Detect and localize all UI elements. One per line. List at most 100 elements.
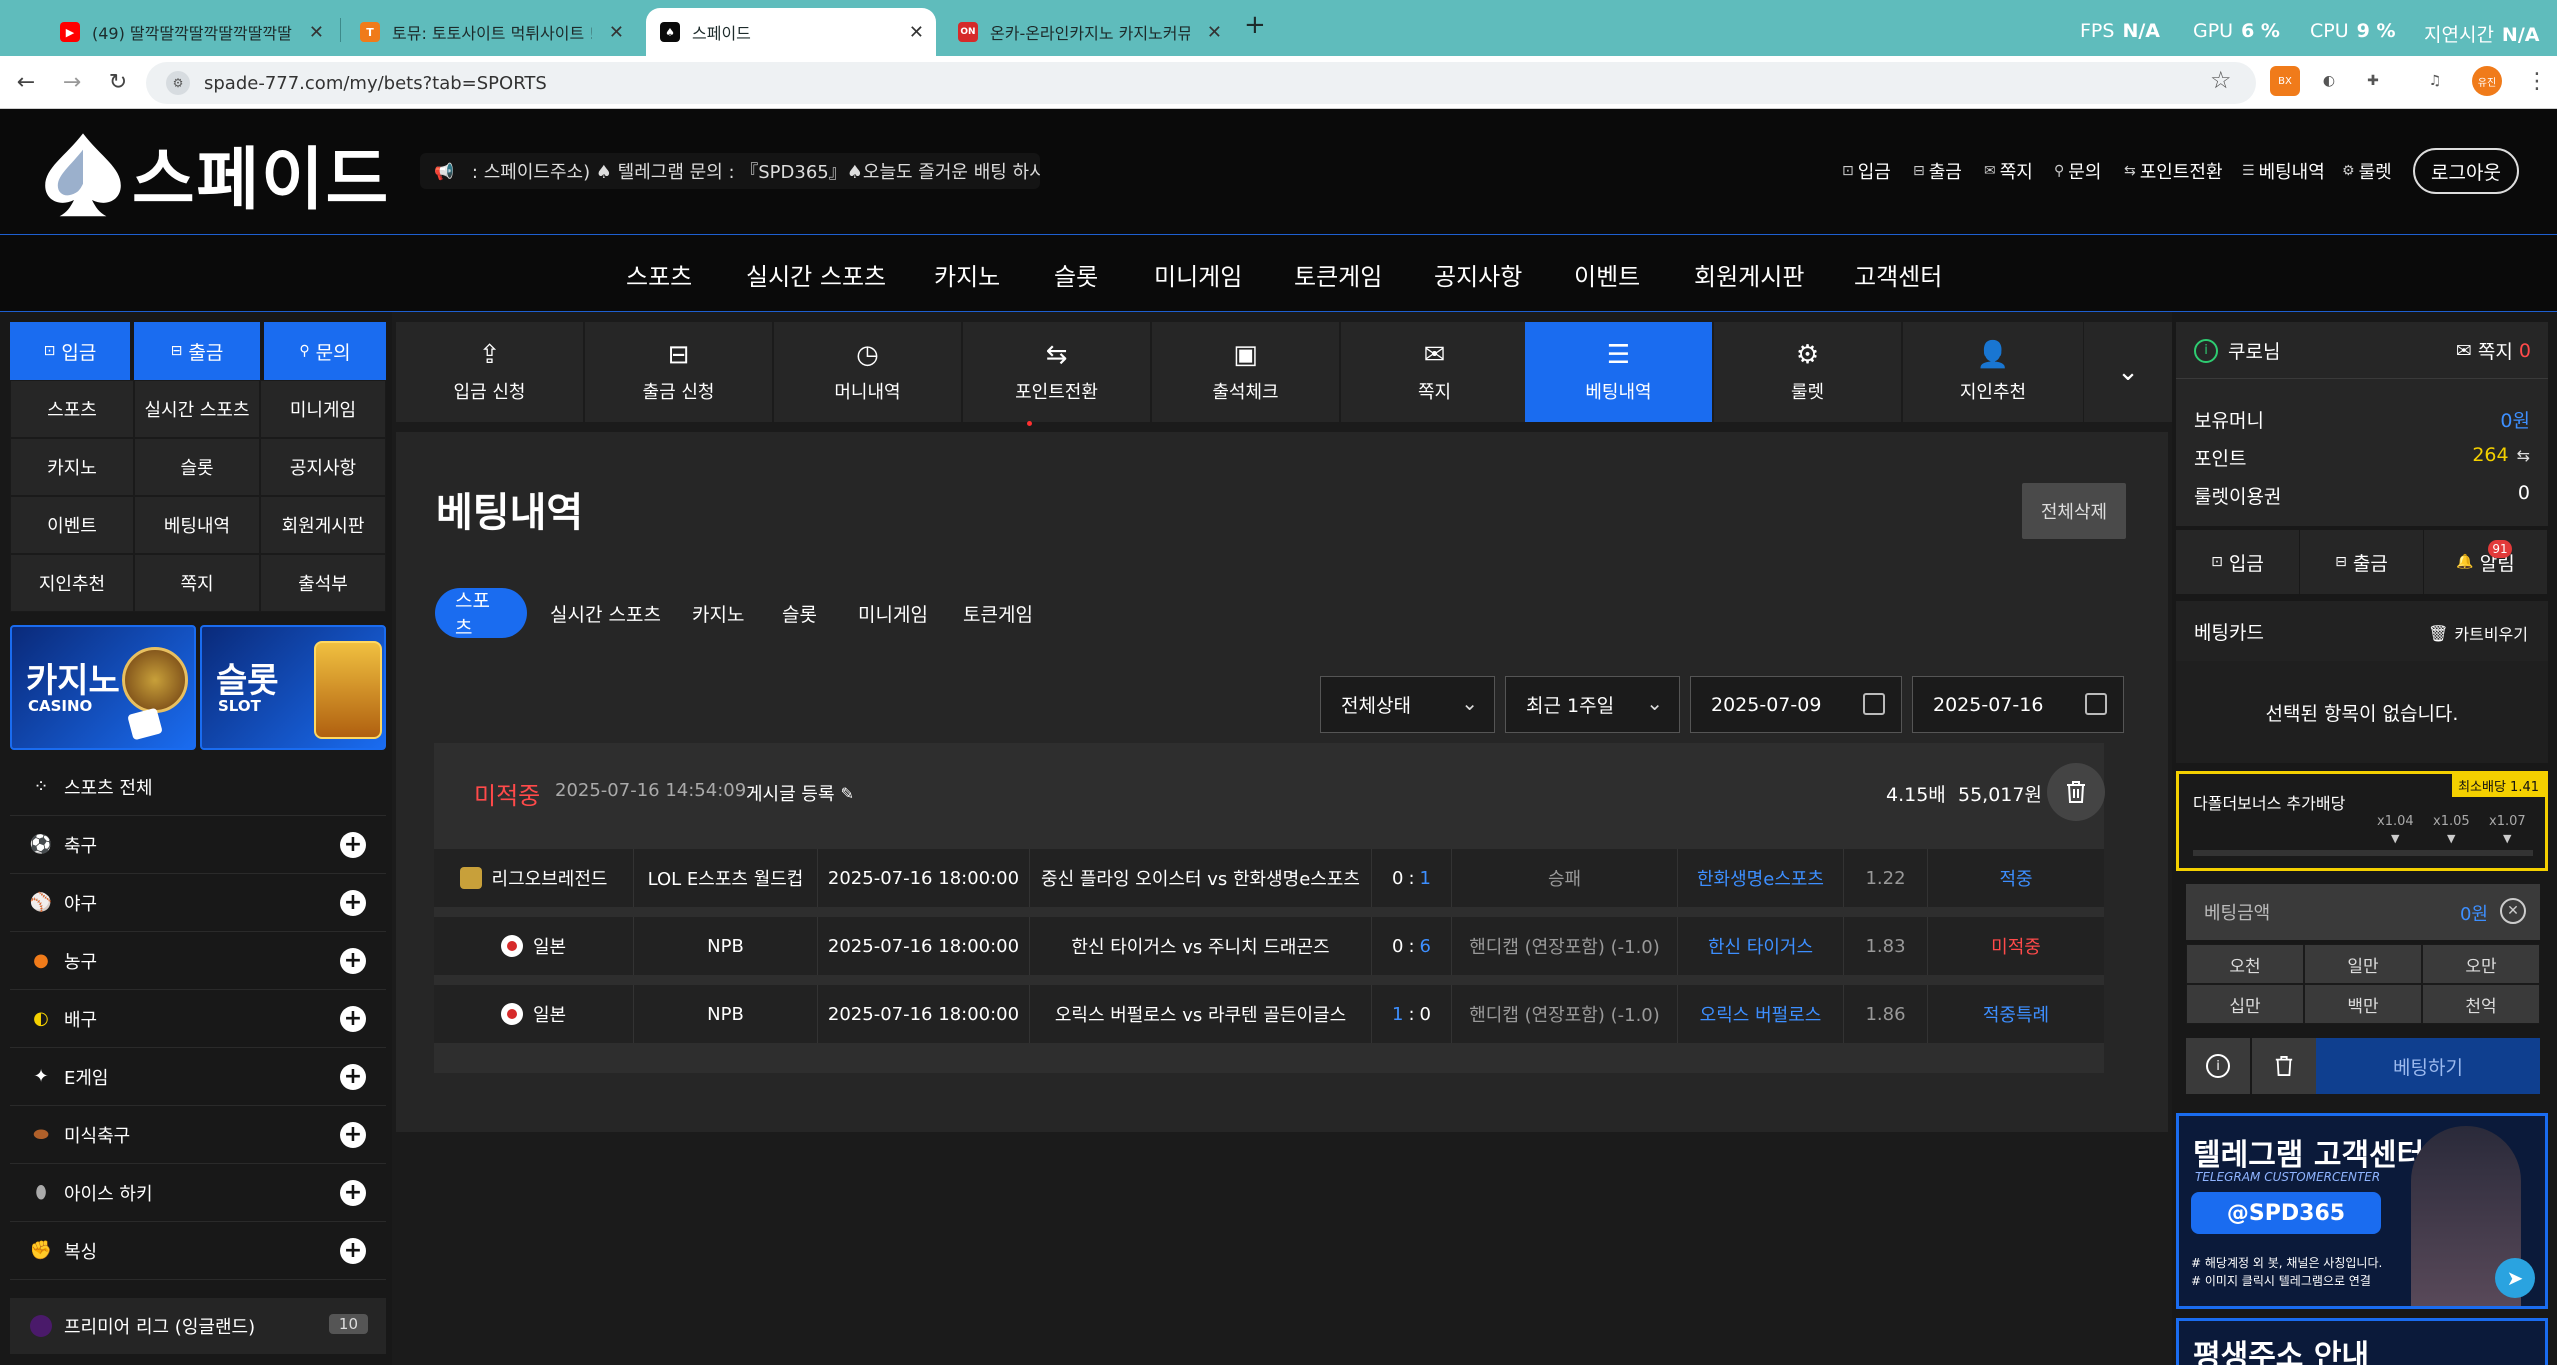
exchange-icon[interactable]: ⇆ (2517, 446, 2530, 465)
header-link-withdraw[interactable]: ⊟ 출금 (1913, 158, 1962, 184)
sport-baseball-row[interactable]: ⚾ 야구 + (10, 874, 386, 932)
close-tab-icon[interactable]: ✕ (909, 22, 924, 43)
header-link-roulette[interactable]: ⚙ 룰렛 (2342, 158, 2392, 184)
grid-attendance[interactable]: 출석부 (260, 554, 386, 612)
forward-arrow-icon[interactable]: → (54, 64, 90, 100)
nav-slot[interactable]: 슬롯 (1054, 257, 1098, 292)
menu-kebab-icon[interactable]: ⋮ (2522, 66, 2552, 96)
grid-minigame[interactable]: 미니게임 (260, 380, 386, 438)
site-info-icon[interactable]: ⚙ (166, 71, 190, 95)
tab-referral[interactable]: 👤 지인추천 (1903, 322, 2084, 422)
sport-icehockey-row[interactable]: ⬮ 아이스 하키 + (10, 1164, 386, 1222)
date-from-input[interactable]: 2025-07-09 (1690, 676, 1902, 733)
calendar-icon[interactable] (1863, 693, 1885, 715)
url-input[interactable]: ⚙ spade-777.com/my/bets?tab=SPORTS (146, 62, 2256, 104)
close-tab-icon[interactable]: ✕ (1207, 22, 1222, 43)
filter-tab-live-sports[interactable]: 실시간 스포츠 (530, 588, 681, 638)
filter-tab-token-game[interactable]: 토큰게임 (943, 588, 1053, 638)
media-icon[interactable]: ♫ (2420, 66, 2450, 96)
bet-amount-input[interactable]: 베팅금액 0원 ✕ (2186, 884, 2540, 940)
extensions-puzzle-icon[interactable]: ✚ (2358, 66, 2388, 96)
right-alarm-button[interactable]: 🔔 알림 (2424, 530, 2548, 594)
date-to-input[interactable]: 2025-07-16 (1912, 676, 2124, 733)
message-count-link[interactable]: ✉ 쪽지 0 (2456, 337, 2531, 364)
close-tab-icon[interactable]: ✕ (609, 22, 624, 43)
grid-board[interactable]: 회원게시판 (260, 496, 386, 554)
profile-avatar-icon[interactable]: 유진 (2472, 66, 2502, 96)
header-link-point[interactable]: ⇆ 포인트전환 (2124, 158, 2223, 184)
grid-sports[interactable]: 스포츠 (10, 380, 134, 438)
reload-icon[interactable]: ↻ (100, 64, 136, 100)
grid-casino[interactable]: 카지노 (10, 438, 134, 496)
amount-50k-button[interactable]: 오만 (2422, 944, 2540, 984)
chevron-down-icon[interactable]: ⌄ (2084, 322, 2172, 422)
nav-casino[interactable]: 카지노 (934, 257, 1000, 292)
tab-deposit-request[interactable]: ⇪ 입금 신청 (396, 322, 584, 422)
nav-event[interactable]: 이벤트 (1574, 257, 1640, 292)
grid-referral[interactable]: 지인추천 (10, 554, 134, 612)
sport-soccer-row[interactable]: ⚽ 축구 + (10, 816, 386, 874)
sport-all-row[interactable]: ⁘ 스포츠 전체 (10, 758, 386, 816)
period-select[interactable]: 최근 1주일 ⌄ (1505, 676, 1680, 733)
sport-basketball-row[interactable]: ● 농구 + (10, 932, 386, 990)
grid-message[interactable]: 쪽지 (134, 554, 260, 612)
trash-button[interactable] (2252, 1038, 2316, 1094)
new-tab-button[interactable]: + (1244, 10, 1266, 40)
delete-bet-button[interactable] (2047, 763, 2105, 821)
place-bet-button[interactable]: 베팅하기 (2316, 1038, 2540, 1094)
league-row[interactable]: 프리미어 리그 (잉글랜드) 10 (10, 1298, 386, 1354)
clear-amount-icon[interactable]: ✕ (2500, 898, 2526, 924)
expand-plus-icon[interactable]: + (340, 1064, 366, 1090)
tab-money-history[interactable]: ◷ 머니내역 (774, 322, 962, 422)
expand-plus-icon[interactable]: + (340, 1180, 366, 1206)
nav-live-sports[interactable]: 실시간 스포츠 (746, 257, 886, 292)
sport-football-row[interactable]: ⬬ 미식축구 + (10, 1106, 386, 1164)
quick-inquiry-button[interactable]: ⚲ 문의 (264, 322, 386, 380)
nav-sports[interactable]: 스포츠 (626, 257, 692, 292)
extension-globe-icon[interactable]: ◐ (2314, 66, 2344, 96)
right-deposit-button[interactable]: ⊡ 입금 (2176, 530, 2300, 594)
browser-tab[interactable]: ▶ (49) 딸깍딸깍딸깍딸깍딸깍딸 ✕ (46, 8, 336, 56)
filter-tab-minigame[interactable]: 미니게임 (838, 588, 948, 638)
status-select[interactable]: 전체상태 ⌄ (1320, 676, 1495, 733)
sport-esports-row[interactable]: ✦ E게임 + (10, 1048, 386, 1106)
calendar-icon[interactable] (2085, 693, 2107, 715)
grid-slot[interactable]: 슬롯 (134, 438, 260, 496)
header-link-deposit[interactable]: ⊡ 입금 (1842, 158, 1891, 184)
grid-live-sports[interactable]: 실시간 스포츠 (134, 380, 260, 438)
nav-support[interactable]: 고객센터 (1854, 257, 1942, 292)
expand-plus-icon[interactable]: + (340, 890, 366, 916)
sport-boxing-row[interactable]: ✊ 복싱 + (10, 1222, 386, 1280)
right-withdraw-button[interactable]: ⊟ 출금 (2300, 530, 2424, 594)
extension-icon[interactable]: BX (2270, 66, 2300, 96)
tab-withdraw-request[interactable]: ⊟ 출금 신청 (585, 322, 773, 422)
clear-cart-button[interactable]: 🗑 카트비우기 (2428, 621, 2528, 645)
grid-bets[interactable]: 베팅내역 (134, 496, 260, 554)
close-tab-icon[interactable]: ✕ (309, 22, 324, 43)
tab-bet-history[interactable]: ☰ 베팅내역 (1525, 322, 1713, 422)
amount-max-button[interactable]: 천억 (2422, 984, 2540, 1024)
header-link-message[interactable]: ✉ 쪽지 (1984, 158, 2033, 184)
bookmark-star-icon[interactable]: ☆ (2210, 66, 2232, 94)
slot-banner[interactable]: 슬롯 SLOT (200, 625, 386, 750)
expand-plus-icon[interactable]: + (340, 948, 366, 974)
permanent-address-banner[interactable]: 평생주소 안내 (2176, 1318, 2548, 1365)
header-link-bets[interactable]: ☰ 베팅내역 (2242, 158, 2325, 184)
sport-volleyball-row[interactable]: ◐ 배구 + (10, 990, 386, 1048)
tab-roulette[interactable]: ⚙ 룰렛 (1714, 322, 1902, 422)
nav-notice[interactable]: 공지사항 (1434, 257, 1522, 292)
expand-plus-icon[interactable]: + (340, 1238, 366, 1264)
expand-plus-icon[interactable]: + (340, 1122, 366, 1148)
grid-notice[interactable]: 공지사항 (260, 438, 386, 496)
post-to-board-button[interactable]: 게시글 등록 ✎ (746, 780, 854, 806)
amount-1m-button[interactable]: 백만 (2304, 984, 2422, 1024)
quick-deposit-button[interactable]: ⊡ 입금 (10, 322, 130, 380)
logout-button[interactable]: 로그아웃 (2413, 148, 2519, 194)
expand-plus-icon[interactable]: + (340, 1006, 366, 1032)
nav-minigame[interactable]: 미니게임 (1154, 257, 1242, 292)
tab-point-exchange[interactable]: ⇆ 포인트전환 (963, 322, 1151, 422)
grid-event[interactable]: 이벤트 (10, 496, 134, 554)
tab-attendance[interactable]: ▣ 출석체크 (1152, 322, 1340, 422)
browser-tab-active[interactable]: ♠ 스페이드 ✕ (646, 8, 936, 56)
filter-tab-slot[interactable]: 슬롯 (762, 588, 837, 638)
